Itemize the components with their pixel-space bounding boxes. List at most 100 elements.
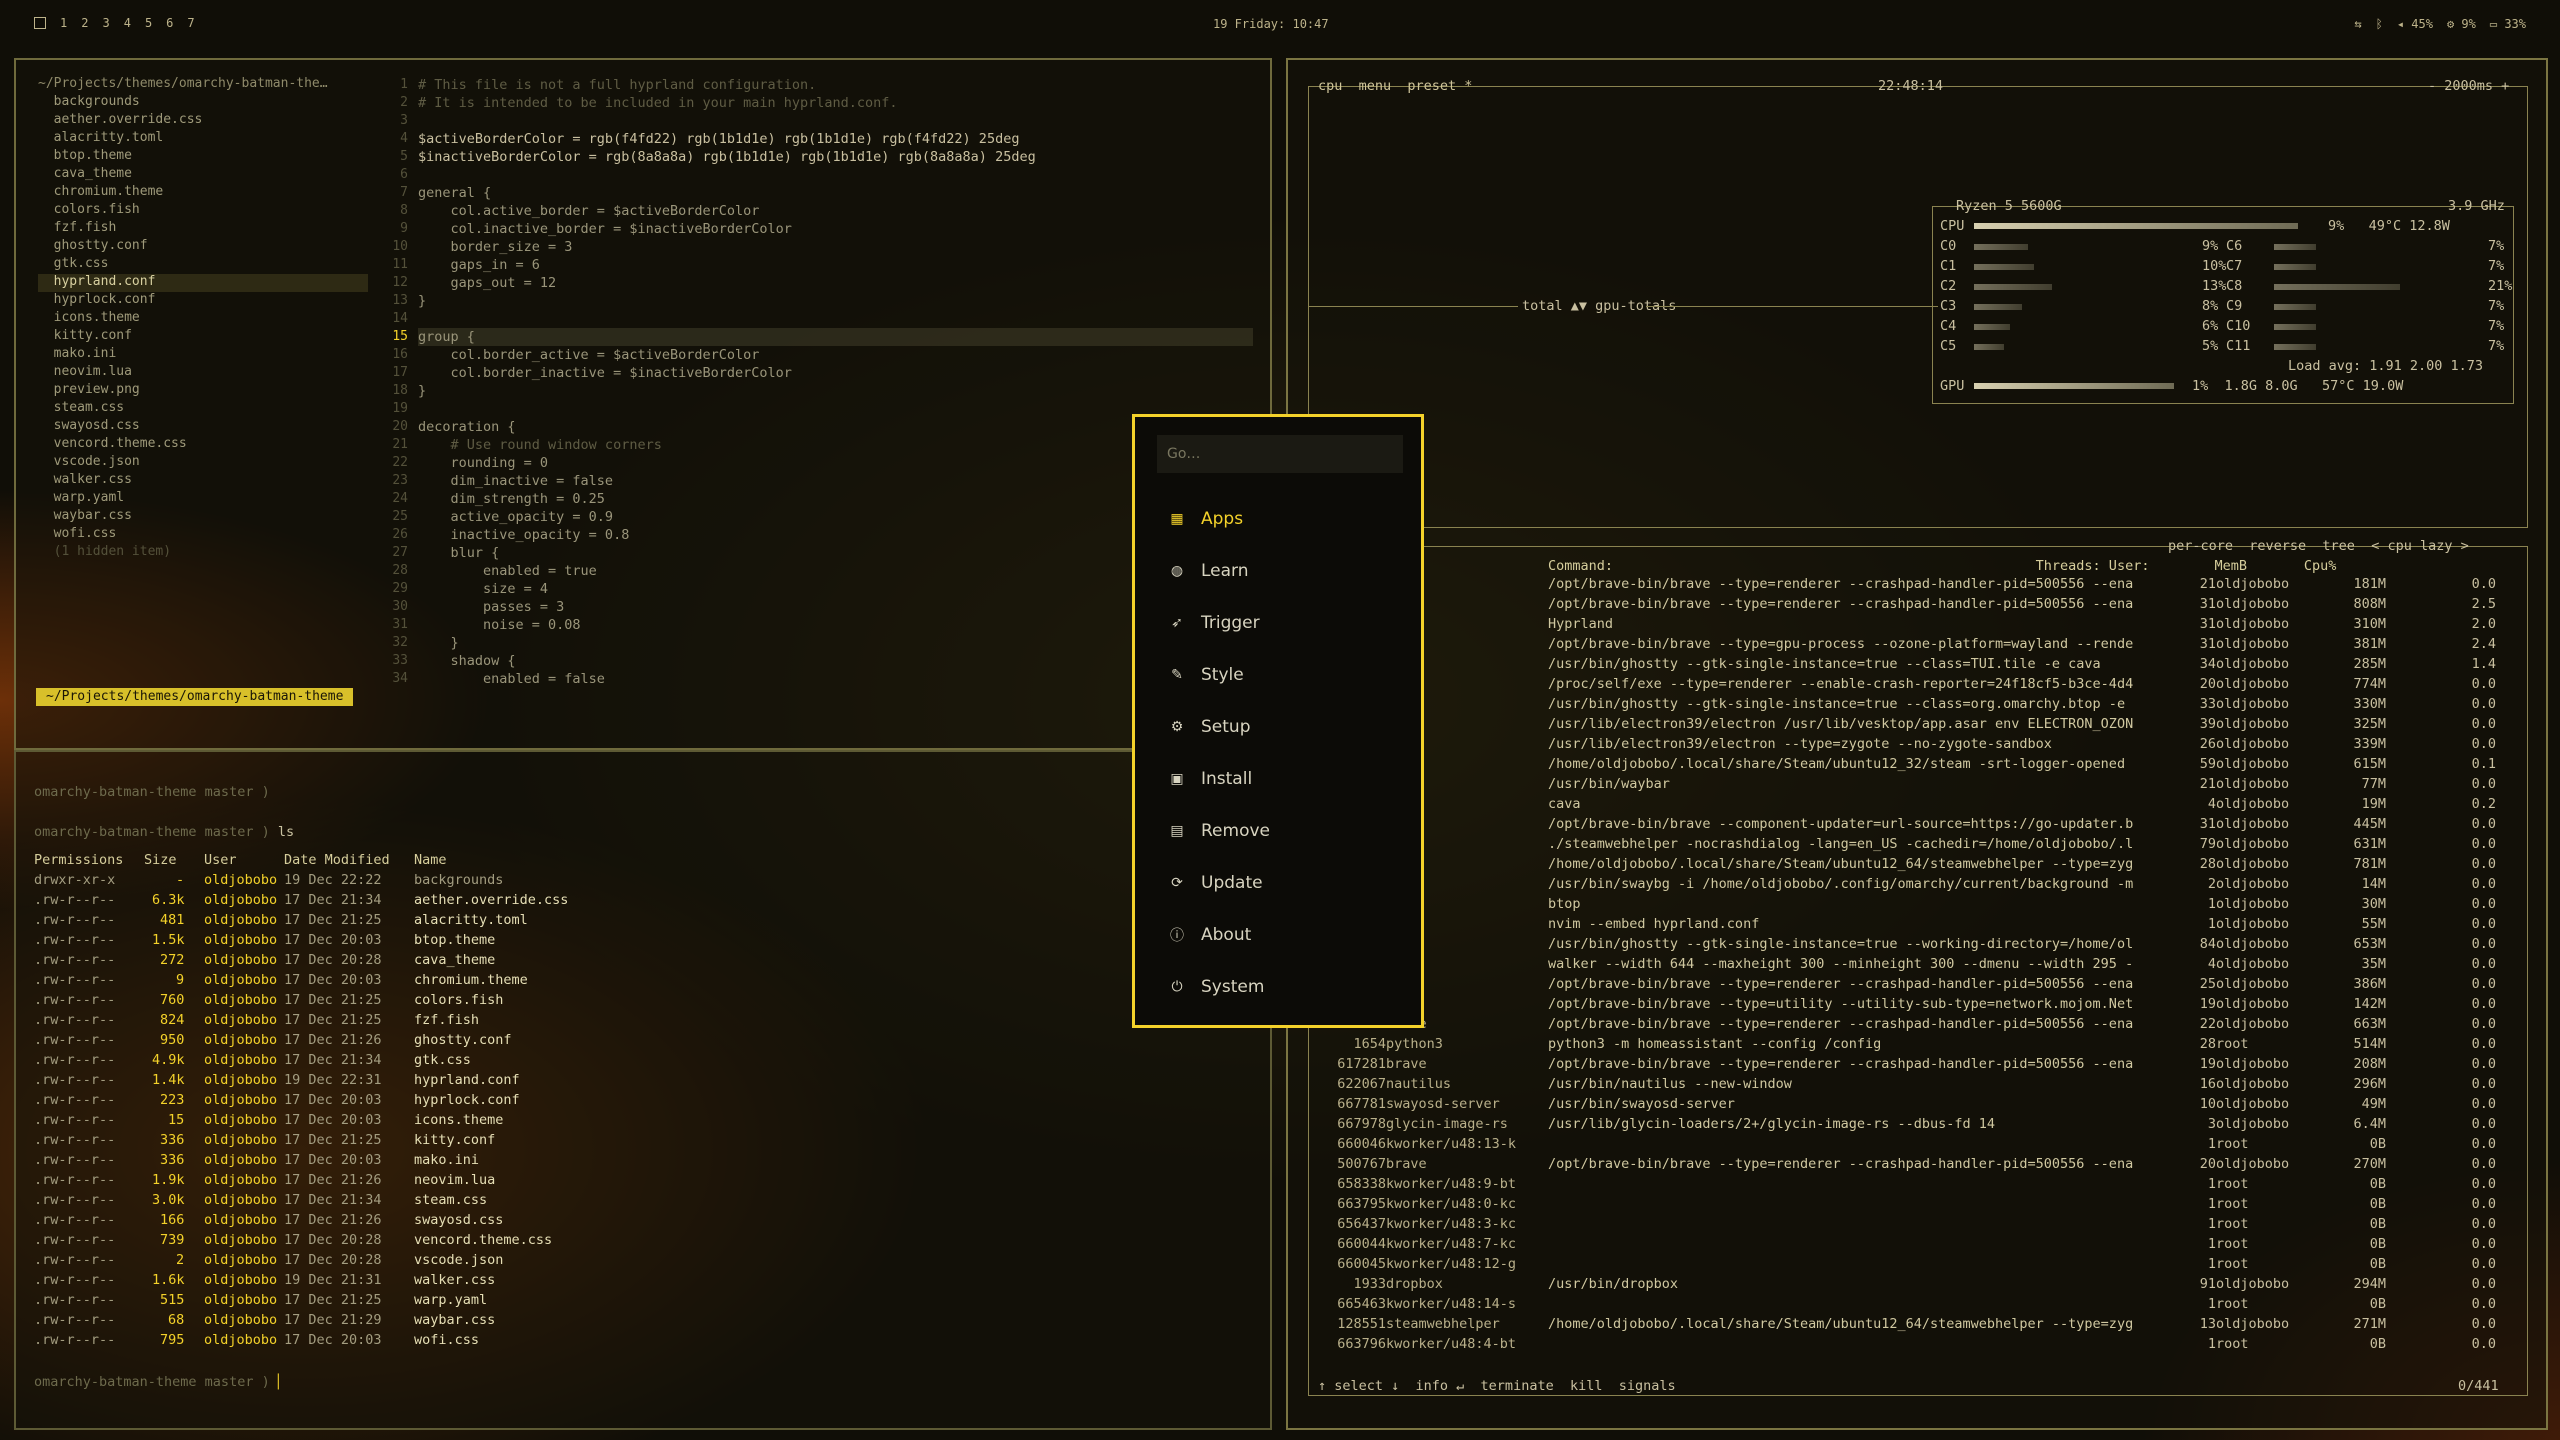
file-tree[interactable]: ~/Projects/themes/omarchy-batman-the… ba… [38,76,368,562]
process-row[interactable]: 500722brave/opt/brave-bin/brave --type=r… [1326,1016,2516,1036]
process-row[interactable]: /usr/lib/electron39/electron /usr/lib/ve… [1326,716,2516,736]
network-icon[interactable]: ⇆ [2354,17,2361,31]
process-row[interactable]: 617281 brave/opt/brave-bin/brave --type=r… [1326,1056,2516,1076]
launcher-item-remove[interactable]: ▤ Remove [1167,805,1270,857]
workspace-button[interactable]: 4 [124,16,131,30]
workspace-button[interactable]: 2 [81,16,88,30]
process-row[interactable]: /home/oldjobobo/.local/share/Steam/ubunt… [1326,756,2516,776]
tree-item[interactable]: walker.css [38,472,368,490]
process-footer[interactable]: ↑ select ↓ info ↵ terminate kill signals [1318,1378,1676,1394]
process-row[interactable]: /usr/lib/electron39/electron --type=zygo… [1326,736,2516,756]
workspace-button[interactable]: 1 [60,16,67,30]
tree-root[interactable]: ~/Projects/themes/omarchy-batman-the… [38,76,368,94]
process-row[interactable]: /home/oldjobobo/.local/share/Steam/ubunt… [1326,856,2516,876]
process-row[interactable]: /usr/bin/swaybg -i /home/oldjobobo/.conf… [1326,876,2516,896]
process-row[interactable]: /opt/brave-bin/brave --type=gpu-process … [1326,636,2516,656]
tree-item[interactable]: cava_theme [38,166,368,184]
omarchy-logo-icon[interactable] [34,17,46,29]
workspace-button[interactable]: 7 [187,16,194,30]
process-row[interactable]: ./steamwebhelper -nocrashdialog -lang=en… [1326,836,2516,856]
tree-item[interactable]: (1 hidden item) [38,544,368,562]
process-row[interactable]: /usr/bin/waybar 21 oldjobobo 77M 0.0 [1326,776,2516,796]
tree-item[interactable]: waybar.css [38,508,368,526]
tree-item[interactable]: fzf.fish [38,220,368,238]
process-row[interactable]: 658338 kworker/u48:9-bt 1 root 0B 0.0 [1326,1176,2516,1196]
process-row[interactable]: 660044 kworker/u48:7-kc 1 root 0B 0.0 [1326,1236,2516,1256]
process-row[interactable]: 128551 steamwebhelper/home/oldjobobo/.loc… [1326,1316,2516,1336]
tree-item[interactable]: wofi.css [38,526,368,544]
tree-item[interactable]: hyprland.conf [38,274,368,292]
launcher-item-about[interactable]: ⓘ About [1167,909,1270,961]
process-row[interactable]: /usr/bin/ghostty --gtk-single-instance=t… [1326,936,2516,956]
battery-icon[interactable]: ▭ 33% [2490,17,2526,31]
process-row[interactable]: 656437 kworker/u48:3-kc 1 root 0B 0.0 [1326,1216,2516,1236]
neovim-editor-window[interactable]: ~/Projects/themes/omarchy-batman-the… ba… [14,58,1272,750]
cpu-icon[interactable]: ⚙ 9% [2447,17,2476,31]
tree-item[interactable]: backgrounds [38,94,368,112]
launcher-item-apps[interactable]: ▦ Apps [1167,493,1270,545]
process-row[interactable]: Hyprland 31 oldjobobo 310M 2.0 [1326,616,2516,636]
tree-item[interactable]: colors.fish [38,202,368,220]
tree-item[interactable]: hyprlock.conf [38,292,368,310]
tree-item[interactable]: swayosd.css [38,418,368,436]
cpu-tabs[interactable]: cpu menu preset * [1318,78,1472,94]
terminal-window[interactable]: omarchy-batman-theme master ) omarchy-ba… [14,750,1272,1430]
process-row[interactable]: 660046 kworker/u48:13-k 1 root 0B 0.0 [1326,1136,2516,1156]
launcher-item-setup[interactable]: ⚙ Setup [1167,701,1270,753]
process-row[interactable]: 667978 glycin-image-rs/usr/lib/glycin-loa… [1326,1116,2516,1136]
tree-item[interactable]: chromium.theme [38,184,368,202]
tree-item[interactable]: steam.css [38,400,368,418]
process-row[interactable]: 1933 dropbox/usr/bin/dropbox 91 oldjobobo 29… [1326,1276,2516,1296]
workspace-button[interactable]: 6 [166,16,173,30]
btop-window[interactable]: cpu menu preset * 22:48:14 - 2000ms + to… [1286,58,2548,1430]
workspace-button[interactable]: 3 [102,16,109,30]
tree-item[interactable]: alacritty.toml [38,130,368,148]
tree-item[interactable]: warp.yaml [38,490,368,508]
process-row[interactable]: /opt/brave-bin/brave --type=renderer --c… [1326,976,2516,996]
process-list[interactable]: /opt/brave-bin/brave --type=renderer --c… [1326,576,2516,1356]
launcher-item-update[interactable]: ⟳ Update [1167,857,1270,909]
prompt-line[interactable]: omarchy-batman-theme master ) ▏ [34,1372,286,1392]
launcher-item-system[interactable]: ⏻ System [1167,961,1270,1013]
process-row[interactable]: /proc/self/exe --type=renderer --enable-… [1326,676,2516,696]
process-row[interactable]: /usr/bin/ghostty --gtk-single-instance=t… [1326,656,2516,676]
update-interval[interactable]: - 2000ms + [2428,78,2509,94]
tree-item[interactable]: ghostty.conf [38,238,368,256]
process-row[interactable]: 660045 kworker/u48:12-g 1 root 0B 0.0 [1326,1256,2516,1276]
volume-icon[interactable]: ◂ 45% [2397,17,2433,31]
process-row[interactable]: 667781 swayosd-server/usr/bin/swayosd-ser… [1326,1096,2516,1116]
tree-item[interactable]: icons.theme [38,310,368,328]
process-row[interactable]: 1654 python3 python3 -m homeassistant --co… [1326,1036,2516,1056]
process-row[interactable]: 500767 brave/opt/brave-bin/brave --type=r… [1326,1156,2516,1176]
tree-item[interactable]: aether.override.css [38,112,368,130]
tree-item[interactable]: btop.theme [38,148,368,166]
bluetooth-icon[interactable]: ᛒ [2376,17,2383,31]
launcher-item-learn[interactable]: ◍ Learn [1167,545,1270,597]
process-row[interactable]: 665463 kworker/u48:14-s 1 root 0B 0.0 [1326,1296,2516,1316]
tree-item[interactable]: preview.png [38,382,368,400]
launcher-search-input[interactable]: Go… [1157,435,1403,473]
clock[interactable]: 19 Friday: 10:47 [1213,17,1329,31]
process-row[interactable]: /opt/brave-bin/brave --type=renderer --c… [1326,576,2516,596]
process-row[interactable]: /opt/brave-bin/brave --type=renderer --c… [1326,596,2516,616]
process-row[interactable]: /opt/brave-bin/brave --component-updater… [1326,816,2516,836]
process-row[interactable]: btop 1 oldjobobo 30M 0.0 [1326,896,2516,916]
tree-item[interactable]: gtk.css [38,256,368,274]
tree-item[interactable]: vscode.json [38,454,368,472]
process-row[interactable]: cava 4 oldjobobo 19M 0.2 [1326,796,2516,816]
process-options[interactable]: per-core reverse tree < cpu lazy > [2168,538,2469,554]
process-row[interactable]: 663795 kworker/u48:0-kc 1 root 0B 0.0 [1326,1196,2516,1216]
process-row[interactable]: 663796 kworker/u48:4-bt 1 root 0B 0.0 [1326,1336,2516,1356]
tree-item[interactable]: vencord.theme.css [38,436,368,454]
tree-item[interactable]: neovim.lua [38,364,368,382]
process-row[interactable]: walker --width 644 --maxheight 300 --min… [1326,956,2516,976]
process-row[interactable]: nvim --embed hyprland.conf 1 oldjobobo 55M 0… [1326,916,2516,936]
process-row[interactable]: /opt/brave-bin/brave --type=utility --ut… [1326,996,2516,1016]
process-row[interactable]: 622067 nautilus/usr/bin/nautilus --new-wi… [1326,1076,2516,1096]
launcher-item-install[interactable]: ▣ Install [1167,753,1270,805]
tree-item[interactable]: kitty.conf [38,328,368,346]
launcher-item-style[interactable]: ✎ Style [1167,649,1270,701]
code-buffer[interactable]: # This file is not a full hyprland confi… [418,76,1253,688]
process-row[interactable]: /usr/bin/ghostty --gtk-single-instance=t… [1326,696,2516,716]
walker-launcher[interactable]: Go… ▦ Apps ◍ Learn ➶ Trigger ✎ Style ⚙ Setup ▣ Inst… [1132,414,1424,1028]
